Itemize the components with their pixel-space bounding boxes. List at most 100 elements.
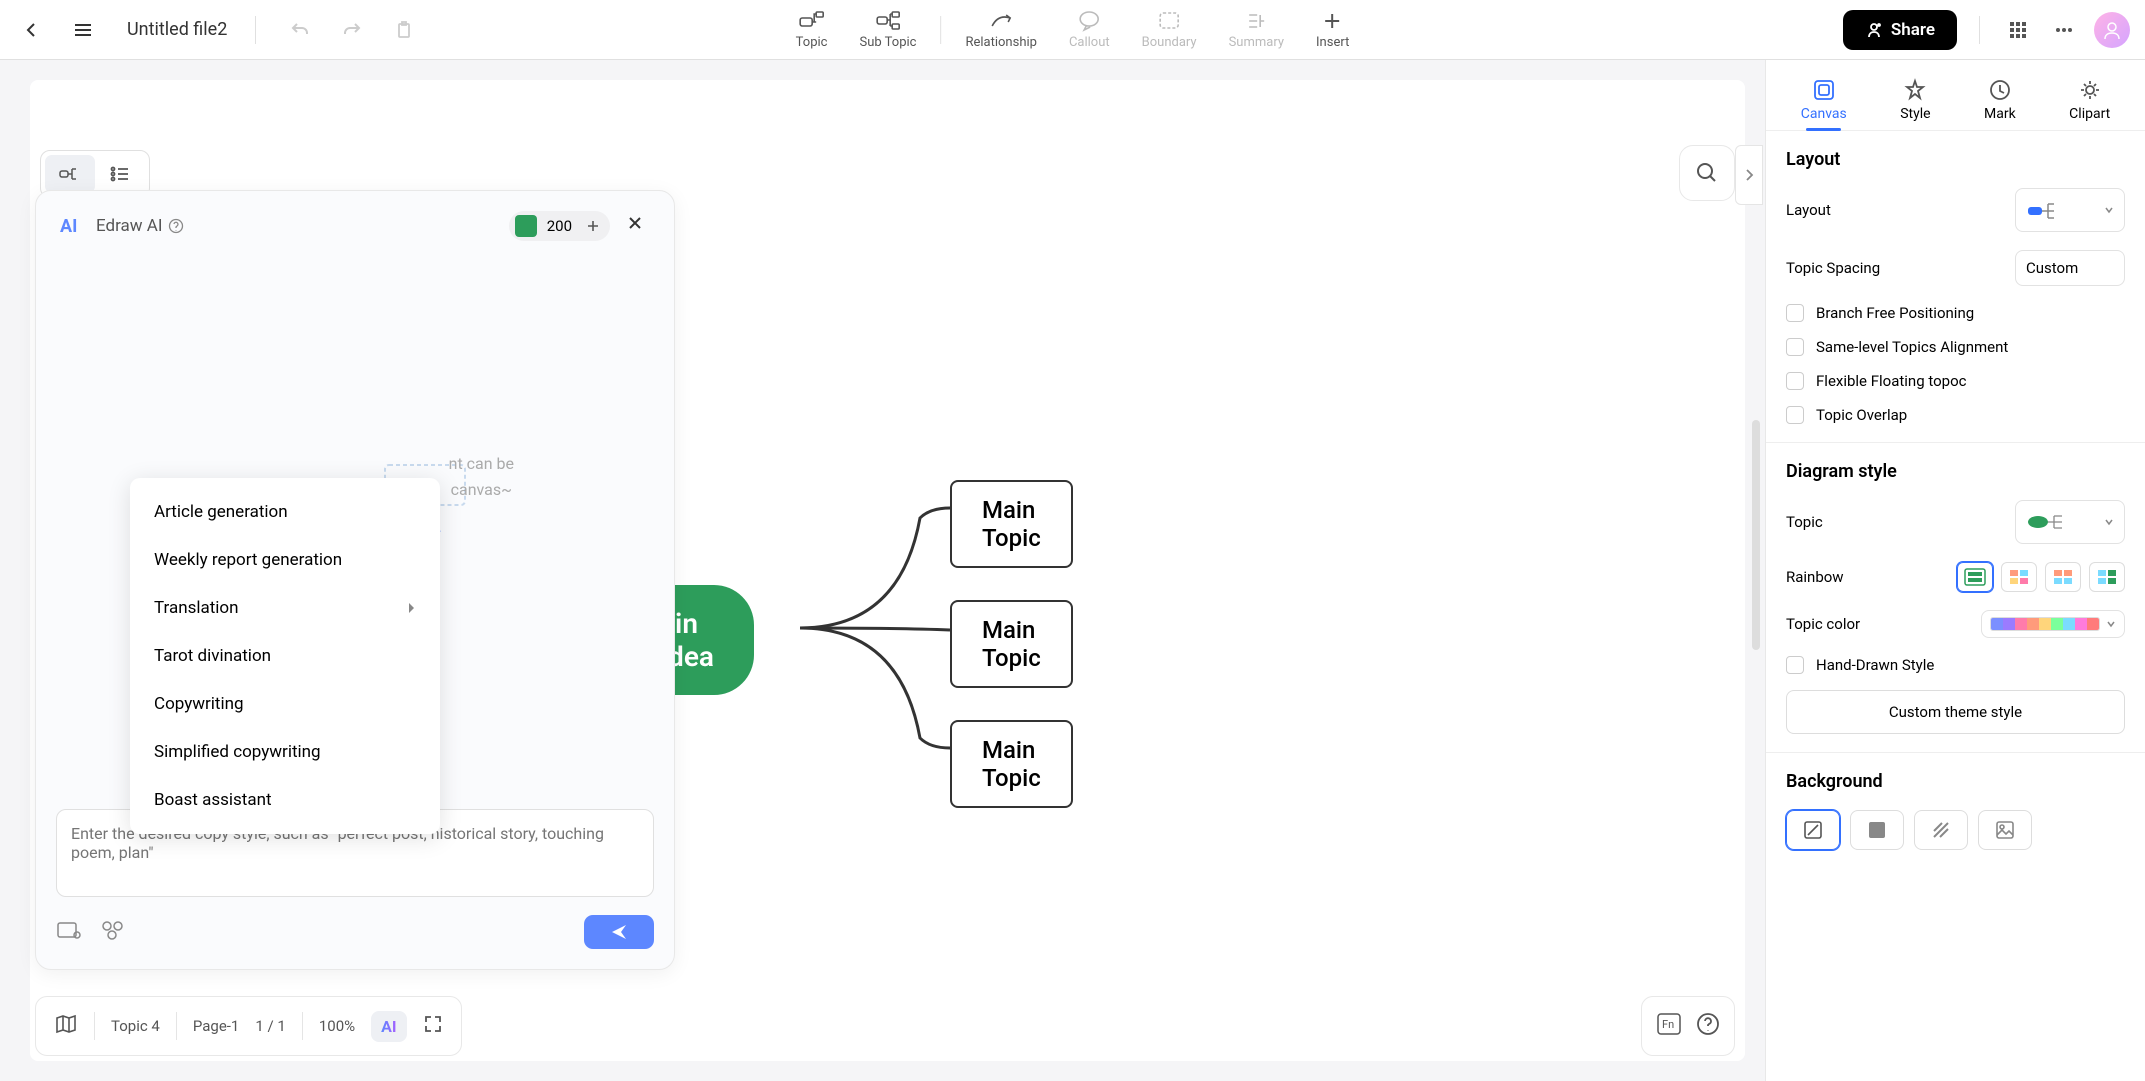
- style-icon: [1903, 78, 1927, 102]
- undo-button[interactable]: [284, 14, 316, 46]
- divider: [302, 1012, 303, 1040]
- tool-boundary: Boundary: [1126, 5, 1213, 54]
- color-strip: [1990, 617, 2100, 631]
- share-button[interactable]: Share: [1843, 10, 1957, 50]
- fn-button[interactable]: Fn: [1656, 1012, 1682, 1040]
- top-left-group: Untitled file2: [15, 14, 420, 46]
- tool-sub-topic[interactable]: Sub Topic: [843, 5, 932, 54]
- topic-style-dropdown[interactable]: [2015, 500, 2125, 544]
- map-button[interactable]: [54, 1013, 78, 1039]
- topic-overlap-checkbox[interactable]: Topic Overlap: [1786, 406, 2125, 424]
- mark-icon: [1988, 78, 2012, 102]
- chevron-down-icon: [2106, 619, 2116, 629]
- tab-canvas[interactable]: Canvas: [1789, 70, 1859, 130]
- mindmap-view-button[interactable]: [45, 155, 95, 193]
- redo-button[interactable]: [336, 14, 368, 46]
- topic-node-3[interactable]: Main Topic: [950, 720, 1073, 808]
- topic-style-field: Topic: [1786, 500, 2125, 544]
- separator: [1766, 752, 2145, 753]
- plus-icon: [1322, 9, 1344, 33]
- rainbow-swatch-4[interactable]: [2089, 562, 2125, 592]
- file-title[interactable]: Untitled file2: [127, 19, 227, 40]
- same-level-checkbox[interactable]: Same-level Topics Alignment: [1786, 338, 2125, 356]
- tool-insert[interactable]: Insert: [1300, 5, 1365, 54]
- menu-tarot[interactable]: Tarot divination: [130, 632, 440, 680]
- menu-weekly-report[interactable]: Weekly report generation: [130, 536, 440, 584]
- topic-spacing-field: Topic Spacing Custom: [1786, 250, 2125, 286]
- share-icon: [1865, 21, 1883, 39]
- spacing-dropdown[interactable]: Custom: [2015, 250, 2125, 286]
- hint-text: nt can becanvas~: [449, 451, 514, 502]
- checkbox-icon: [1786, 406, 1804, 424]
- ai-header: AI Edraw AI 200: [36, 191, 674, 261]
- menu-article-generation[interactable]: Article generation: [130, 488, 440, 536]
- bottom-right-bar: Fn: [1641, 996, 1735, 1056]
- topic-node-1[interactable]: Main Topic: [950, 480, 1073, 568]
- close-button[interactable]: [626, 214, 650, 238]
- help-button[interactable]: [1696, 1012, 1720, 1040]
- avatar[interactable]: [2094, 12, 2130, 48]
- zoom-level[interactable]: 100%: [319, 1017, 355, 1035]
- avatar-icon: [2101, 19, 2123, 41]
- tab-style[interactable]: Style: [1888, 70, 1942, 130]
- top-bar: Untitled file2 Topic Sub Topic: [0, 0, 2145, 60]
- layout-dropdown[interactable]: [2015, 188, 2125, 232]
- bg-tile-solid[interactable]: [1850, 810, 1904, 850]
- add-credit-button[interactable]: [582, 215, 604, 237]
- outline-view-button[interactable]: [95, 155, 145, 193]
- layout-section-title: Layout: [1786, 149, 2125, 170]
- panel-tabs: Canvas Style Mark Clipart: [1766, 60, 2145, 131]
- tab-mark[interactable]: Mark: [1972, 70, 2028, 130]
- diagram-style-title: Diagram style: [1786, 461, 2125, 482]
- search-button[interactable]: [1679, 145, 1735, 201]
- more-button[interactable]: [2048, 14, 2080, 46]
- divider: [1979, 16, 1980, 44]
- help-icon[interactable]: [168, 218, 184, 234]
- divider: [940, 16, 941, 44]
- ai-tool-2[interactable]: [100, 919, 126, 945]
- bg-tile-none[interactable]: [1786, 810, 1840, 850]
- tab-clipart[interactable]: Clipart: [2057, 70, 2122, 130]
- menu-button[interactable]: [67, 14, 99, 46]
- bg-tile-stripes[interactable]: [1914, 810, 1968, 850]
- flexible-floating-checkbox[interactable]: Flexible Floating topoc: [1786, 372, 2125, 390]
- divider: [176, 1012, 177, 1040]
- main-area: ain Idea Main Topic Main Topic Main Topi…: [0, 60, 2145, 1081]
- rainbow-swatch-1[interactable]: [1957, 562, 1993, 592]
- ai-send-button[interactable]: [584, 915, 654, 949]
- back-button[interactable]: [15, 14, 47, 46]
- custom-theme-button[interactable]: Custom theme style: [1786, 690, 2125, 734]
- ai-chip-button[interactable]: AI: [371, 1011, 406, 1042]
- bg-tile-image[interactable]: [1978, 810, 2032, 850]
- page-label[interactable]: Page-1: [193, 1017, 240, 1035]
- menu-simplified-copywriting[interactable]: Simplified copywriting: [130, 728, 440, 776]
- rainbow-swatch-3[interactable]: [2045, 562, 2081, 592]
- relationship-icon: [988, 9, 1014, 33]
- ai-tool-1[interactable]: [56, 919, 82, 945]
- layout-field: Layout: [1786, 188, 2125, 232]
- rainbow-swatch-2[interactable]: [2001, 562, 2037, 592]
- tool-relationship[interactable]: Relationship: [949, 5, 1052, 54]
- search-icon: [1695, 161, 1719, 185]
- hand-drawn-checkbox[interactable]: Hand-Drawn Style: [1786, 656, 2125, 674]
- right-panel: Canvas Style Mark Clipart Layout Layout: [1765, 60, 2145, 1081]
- collapse-panel-button[interactable]: [1735, 145, 1763, 205]
- menu-boast-assistant[interactable]: Boast assistant: [130, 776, 440, 824]
- tool-summary: Summary: [1213, 5, 1300, 54]
- scrollbar-thumb[interactable]: [1752, 420, 1760, 650]
- topic-node-2[interactable]: Main Topic: [950, 600, 1073, 688]
- checkbox-icon: [1786, 338, 1804, 356]
- callout-icon: [1077, 9, 1101, 33]
- menu-translation[interactable]: Translation: [130, 584, 440, 632]
- divider: [255, 16, 256, 44]
- checkbox-icon: [1786, 656, 1804, 674]
- menu-copywriting[interactable]: Copywriting: [130, 680, 440, 728]
- clipart-icon: [2078, 78, 2102, 102]
- ai-title: Edraw AI: [96, 216, 162, 236]
- paste-button[interactable]: [388, 14, 420, 46]
- apps-button[interactable]: [2002, 14, 2034, 46]
- topic-color-dropdown[interactable]: [1981, 610, 2125, 638]
- branch-free-checkbox[interactable]: Branch Free Positioning: [1786, 304, 2125, 322]
- fullscreen-button[interactable]: [423, 1014, 443, 1038]
- tool-topic[interactable]: Topic: [780, 5, 844, 54]
